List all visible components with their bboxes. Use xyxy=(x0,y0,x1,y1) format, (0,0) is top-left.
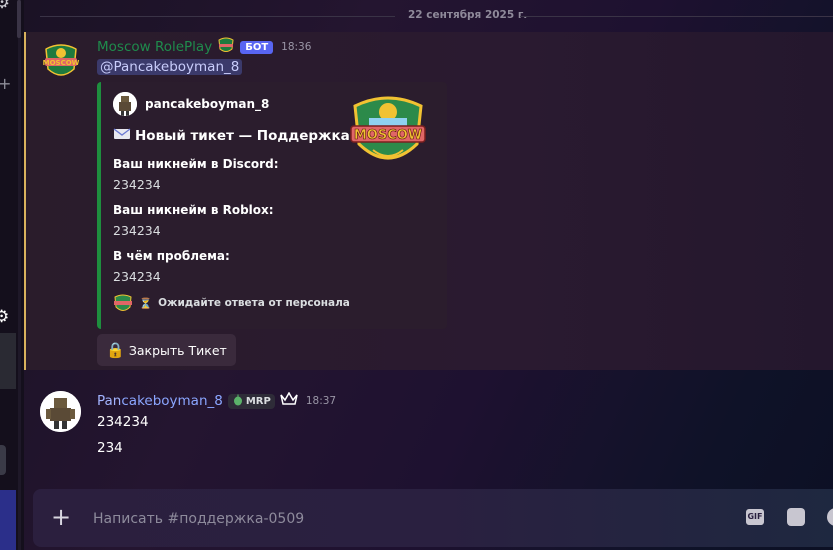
author-name[interactable]: Moscow RolePlay xyxy=(97,39,212,55)
embed-field-name: В чём проблема: xyxy=(113,249,230,263)
author-name-part: Pan xyxy=(97,393,122,409)
left-sidebar-edge: ⚙ + ⚙ xyxy=(0,0,24,550)
gif-icon[interactable]: GIF xyxy=(746,509,764,525)
embed-footer-text: Ожидайте ответа от персонала xyxy=(158,297,350,309)
embed-author-name[interactable]: pancakeboyman_8 xyxy=(145,97,269,111)
svg-text:MOSCOW: MOSCOW xyxy=(43,59,80,67)
gear-icon[interactable]: ⚙ xyxy=(0,307,9,327)
embed-footer: ⏳ Ожидайте ответа от персонала xyxy=(113,293,350,313)
close-ticket-label: Закрыть Тикет xyxy=(128,342,227,358)
envelope-icon xyxy=(113,127,131,145)
date-label: 22 сентября 2025 г. xyxy=(408,9,528,21)
plus-icon[interactable]: + xyxy=(0,74,11,93)
user-mention[interactable]: @Pancakeboyman_8 xyxy=(97,59,243,75)
ticket-embed: pancakeboyman_8 MOSCOW Новый тикет — Под… xyxy=(97,82,447,329)
divider-line xyxy=(40,16,395,17)
embed-field-value: 234234 xyxy=(113,269,161,284)
mention-highlight-bar xyxy=(24,32,26,370)
server-tag-icon xyxy=(217,37,235,57)
user-message-header: Pancakeboyman_8 MRP 18:37 xyxy=(97,391,336,410)
sidebar-channel-item[interactable] xyxy=(0,333,16,389)
gear-icon[interactable]: ⚙ xyxy=(0,0,10,13)
sticker-icon[interactable] xyxy=(787,508,805,526)
role-badge-label: MRP xyxy=(245,395,271,407)
embed-field-value: 234234 xyxy=(113,223,161,238)
sidebar-scrollbar[interactable] xyxy=(17,0,21,38)
message-text: 234234 xyxy=(97,414,149,430)
date-divider: 22 сентября 2025 г. xyxy=(40,8,833,24)
embed-author-avatar[interactable] xyxy=(113,92,137,116)
add-attachment-button[interactable]: + xyxy=(51,503,71,531)
close-ticket-button[interactable]: 🔒 Закрыть Тикет xyxy=(97,334,236,366)
divider-line xyxy=(520,16,833,17)
crown-icon xyxy=(280,391,298,410)
embed-field-value: 234234 xyxy=(113,177,161,192)
embed-title-text: Новый тикет — Поддержка xyxy=(135,128,350,144)
message-input[interactable] xyxy=(91,505,695,533)
embed-field-name: Ваш никнейм в Discord: xyxy=(113,157,279,171)
hourglass-icon: ⏳ xyxy=(139,297,153,310)
embed-field-name: Ваш никнейм в Roblox: xyxy=(113,203,274,217)
message-composer: + GIF xyxy=(33,489,833,547)
message-header: Moscow RolePlay БОТ 18:36 xyxy=(97,37,311,57)
sidebar-user-panel[interactable] xyxy=(0,490,16,550)
sidebar-channel-item[interactable] xyxy=(0,445,6,475)
lock-icon: 🔒 xyxy=(106,341,125,359)
bot-avatar[interactable]: MOSCOW xyxy=(41,41,81,81)
moscow-logo-thumbnail[interactable]: MOSCOW xyxy=(347,92,429,172)
message-timestamp[interactable]: 18:37 xyxy=(306,395,336,407)
embed-author: pancakeboyman_8 xyxy=(113,92,269,116)
message-timestamp[interactable]: 18:36 xyxy=(281,41,311,53)
embed-title: Новый тикет — Поддержка xyxy=(113,127,350,145)
leaf-icon xyxy=(232,394,244,409)
author-name-part: cakeboyman_8 xyxy=(121,393,223,409)
bot-message: MOSCOW Moscow RolePlay БОТ 18:36 @Pancak… xyxy=(24,32,833,370)
message-text: 234 xyxy=(97,440,123,456)
footer-logo-icon xyxy=(113,293,133,313)
author-name[interactable]: Pancakeboyman_8 xyxy=(97,393,223,409)
bot-badge: БОТ xyxy=(240,40,274,54)
svg-text:MOSCOW: MOSCOW xyxy=(354,128,422,143)
sidebar-separator xyxy=(18,0,21,550)
emoji-icon[interactable] xyxy=(827,508,833,526)
user-avatar[interactable] xyxy=(40,391,81,432)
role-badge[interactable]: MRP xyxy=(227,393,275,409)
